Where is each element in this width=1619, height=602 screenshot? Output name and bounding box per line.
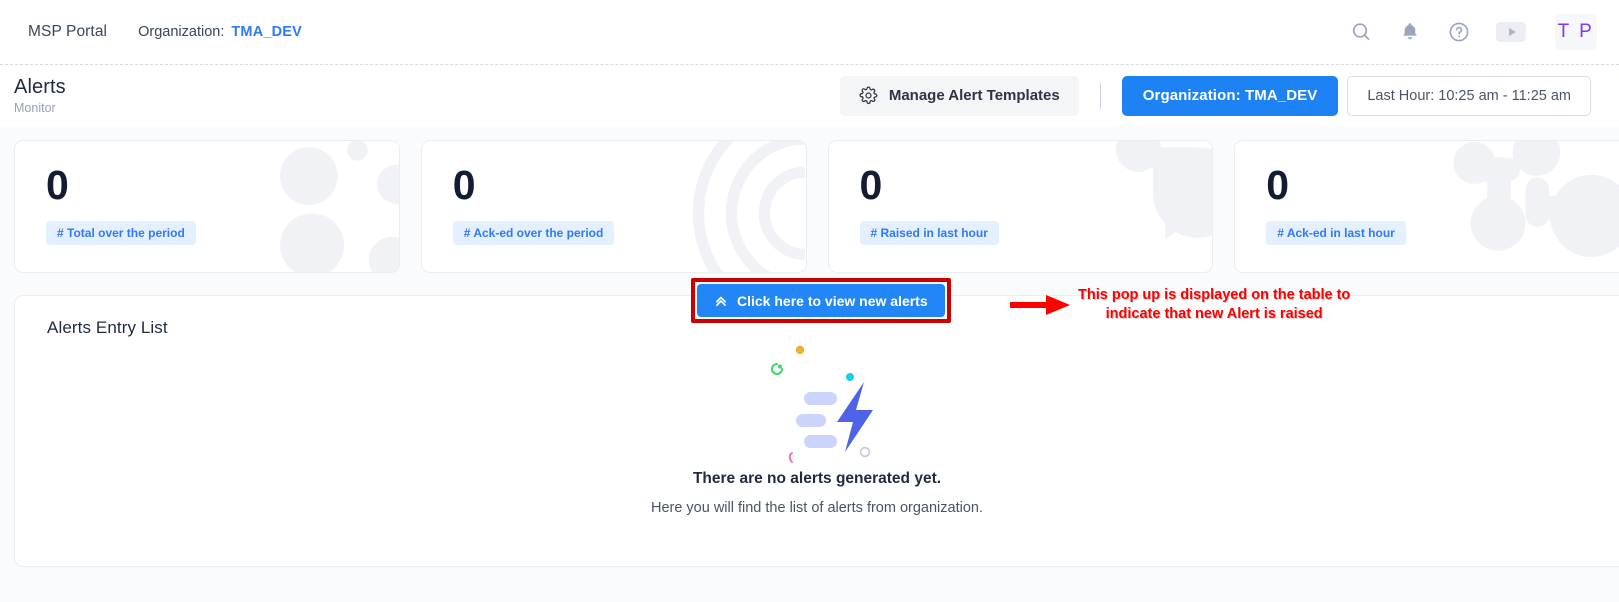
annotation-text: This pop up is displayed on the table to… [1078,286,1350,324]
stat-label: # Ack-ed in last hour [1266,221,1406,245]
video-guide-button[interactable] [1496,22,1526,42]
organization-indicator: Organization: TMA_DEV [138,24,302,40]
stat-value: 0 [453,163,806,208]
bell-icon [1398,20,1422,44]
play-icon [1496,22,1526,42]
stat-card-total-over-period: 0 # Total over the period [14,140,400,273]
notifications-button[interactable] [1398,20,1422,44]
top-bar-actions: T P [1349,14,1597,50]
search-icon [1349,20,1373,44]
stat-value: 0 [46,163,399,208]
empty-state-heading: There are no alerts generated yet. [693,470,941,488]
stat-label: # Raised in last hour [860,221,999,245]
manage-alert-templates-label: Manage Alert Templates [889,87,1060,104]
stat-value: 0 [860,163,1213,208]
double-chevron-up-icon [714,294,728,308]
time-range-button[interactable]: Last Hour: 10:25 am - 11:25 am [1347,76,1591,116]
question-circle-icon [1447,20,1471,44]
stat-label: # Ack-ed over the period [453,221,615,245]
organization-value[interactable]: TMA_DEV [231,24,302,40]
app-brand[interactable]: MSP Portal [28,23,107,41]
empty-state: There are no alerts generated yet. Here … [15,338,1619,516]
alerts-entry-list-panel: Alerts Entry List There are no alerts ge… [14,295,1619,567]
page-header: Alerts Monitor Manage Alert Templates Or… [0,64,1619,126]
stat-label: # Total over the period [46,221,196,245]
stat-value: 0 [1266,163,1619,208]
header-divider [1100,83,1101,109]
stat-card-raised-last-hour: 0 # Raised in last hour [828,140,1214,273]
annotation-highlight-box: Click here to view new alerts [691,278,951,323]
avatar[interactable]: T P [1555,14,1597,50]
empty-state-subtext: Here you will find the list of alerts fr… [651,500,983,516]
view-new-alerts-button[interactable]: Click here to view new alerts [697,284,945,317]
stat-card-row: 0 # Total over the period 0 # Ack-ed ove… [0,126,1619,273]
organization-filter-button[interactable]: Organization: TMA_DEV [1122,76,1339,116]
search-button[interactable] [1349,20,1373,44]
page-title-block: Alerts Monitor [14,76,66,115]
empty-state-illustration [742,338,892,468]
arrow-icon [1010,292,1072,318]
help-button[interactable] [1447,20,1471,44]
stat-card-acked-last-hour: 0 # Ack-ed in last hour [1234,140,1619,273]
organization-label: Organization: [138,24,224,40]
manage-alert-templates-button[interactable]: Manage Alert Templates [840,76,1079,116]
lightning-bolt-icon [742,338,892,468]
stat-card-acked-over-period: 0 # Ack-ed over the period [421,140,807,273]
new-alerts-popup: Click here to view new alerts [691,278,951,323]
page-header-actions: Manage Alert Templates Organization: TMA… [840,76,1591,116]
gear-icon [859,86,878,105]
view-new-alerts-label: Click here to view new alerts [737,293,928,309]
page-subtitle: Monitor [14,101,66,115]
top-bar: MSP Portal Organization: TMA_DEV [0,0,1619,64]
page-title: Alerts [14,76,66,98]
annotation-callout: This pop up is displayed on the table to… [1010,286,1350,324]
